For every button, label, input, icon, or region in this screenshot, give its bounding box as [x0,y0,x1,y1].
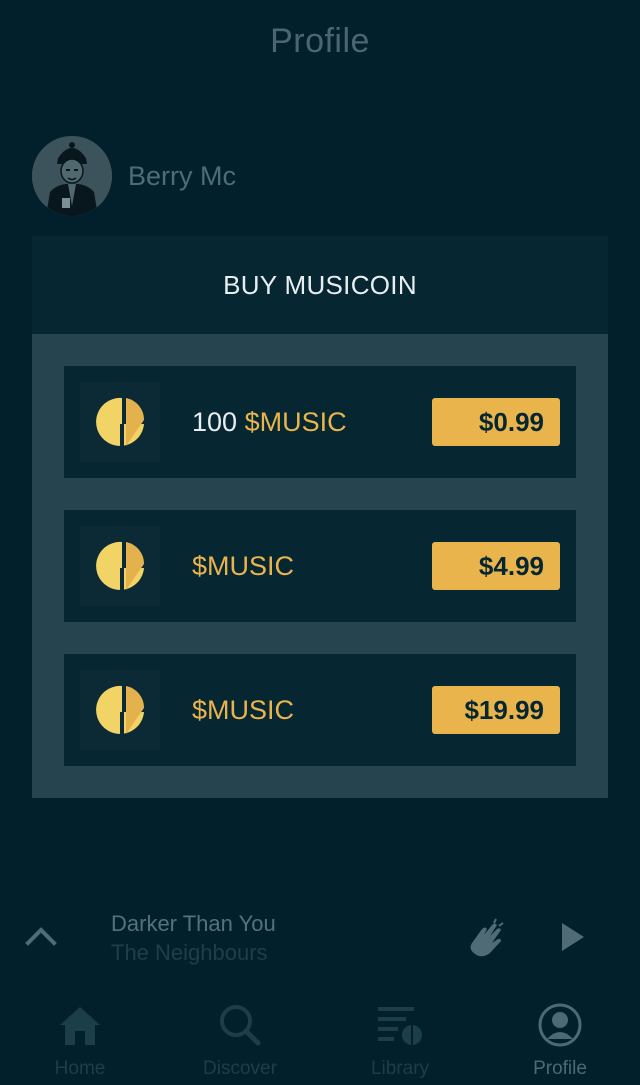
home-icon [60,1007,100,1045]
coin-package-label: 100 $MUSIC [192,407,347,438]
profile-header: Berry Mc [32,136,236,216]
coin-package-card: $MUSIC $4.99 [64,510,576,622]
tab-label: Discover [203,1058,277,1079]
search-icon [220,1005,261,1046]
buy-music-4-99-button[interactable]: $4.99 [432,542,560,590]
track-artist: The Neighbours [111,940,268,965]
avatar[interactable] [32,136,112,216]
bottom-tab-bar: Home Discover Library Profile [0,995,640,1085]
musicoin-logo-icon [80,382,160,462]
coin-currency: $MUSIC [244,406,347,437]
mini-player: Darker Than You The Neighbours [0,895,640,980]
buy-section-title: BUY MUSICOIN [32,236,608,334]
coin-package-label: $MUSIC [192,551,294,582]
chevron-up-icon [25,927,57,946]
play-button[interactable] [556,919,590,955]
track-title: Darker Than You [111,911,276,936]
tab-library[interactable]: Library [320,995,480,1085]
tab-profile[interactable]: Profile [480,995,640,1085]
avatar-image [32,136,112,216]
expand-player-button[interactable] [22,921,60,951]
page-title: Profile [270,22,370,60]
coin-package-label: $MUSIC [192,695,294,726]
buy-musicoin-panel: BUY MUSICOIN 100 $MUSIC $0.99 $MUSIC $4.… [32,236,608,798]
coin-package-card: 100 $MUSIC $0.99 [64,366,576,478]
coin-currency: $MUSIC [192,694,295,725]
tab-label: Library [370,1058,430,1079]
username: Berry Mc [128,160,236,191]
clap-icon [470,918,504,957]
tab-discover[interactable]: Discover [160,995,320,1085]
musicoin-logo-icon [80,526,160,606]
buy-music-19-99-button[interactable]: $19.99 [432,686,560,734]
library-icon [378,1007,422,1045]
coin-package-card: $MUSIC $19.99 [64,654,576,766]
musicoin-logo-icon [80,670,160,750]
tab-label: Profile [533,1058,587,1079]
coin-currency: $MUSIC [192,550,295,581]
clap-button[interactable] [464,917,508,961]
tab-home[interactable]: Home [0,995,160,1085]
buy-100-music-button[interactable]: $0.99 [432,398,560,446]
coin-amount: 100 [192,406,238,437]
tab-label: Home [54,1058,106,1079]
profile-icon [538,1003,582,1047]
play-icon [562,923,584,951]
